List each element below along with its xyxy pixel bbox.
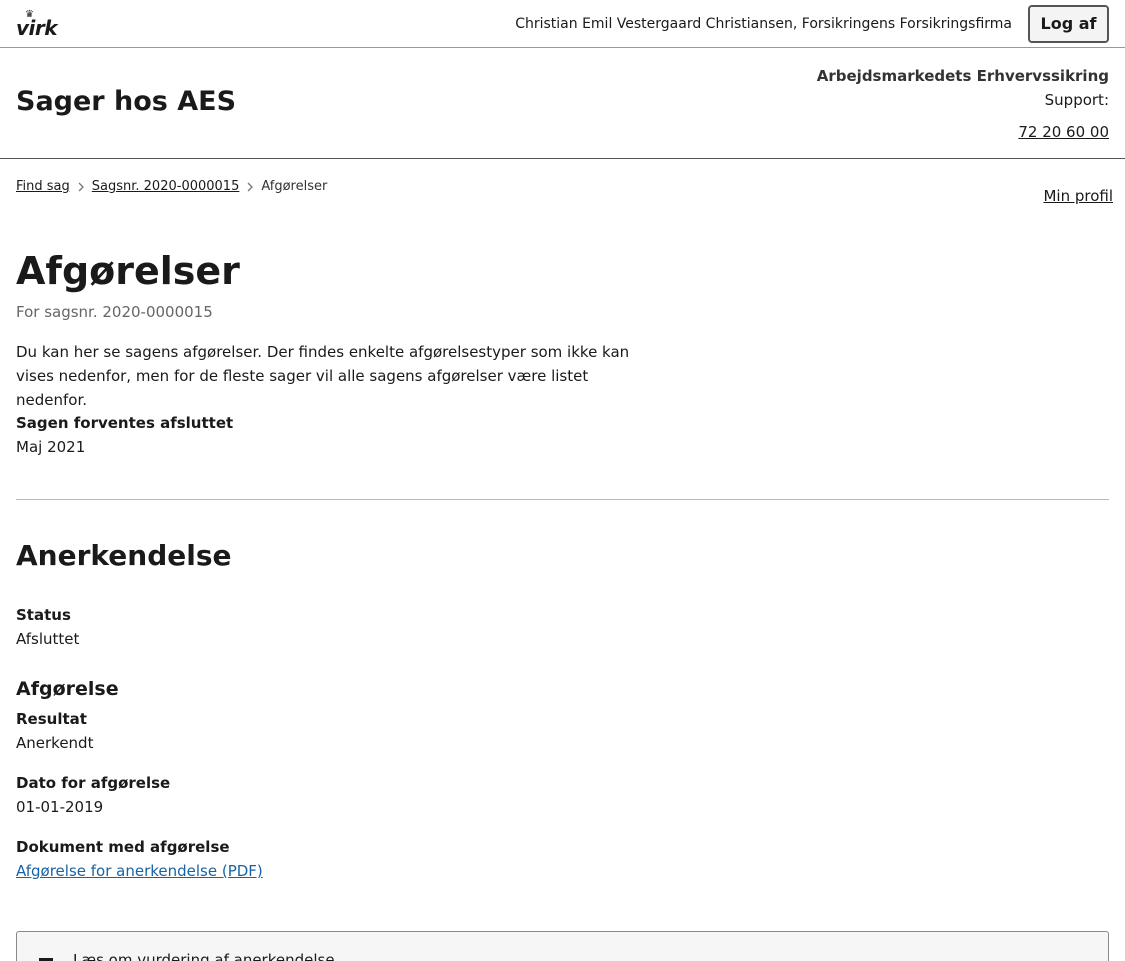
breadcrumb-current: Afgørelser (261, 179, 328, 194)
virk-logo[interactable]: ♛ virk (16, 10, 58, 40)
support-phone-link[interactable]: 72 20 60 00 (1018, 122, 1109, 142)
top-bar: ♛ virk Christian Emil Vestergaard Christ… (0, 0, 1125, 48)
logo-text: virk (16, 16, 58, 40)
expected-completion-label: Sagen forventes afsluttet (16, 414, 234, 432)
breadcrumb-case-number[interactable]: Sagsnr. 2020-0000015 (92, 178, 240, 196)
page-subtitle: For sagsnr. 2020-0000015 (16, 303, 213, 321)
chevron-right-icon (70, 178, 92, 196)
logout-button[interactable]: Log af (1028, 5, 1109, 43)
section-divider (16, 499, 1109, 500)
logged-in-user: Christian Emil Vestergaard Christiansen,… (515, 16, 1012, 32)
breadcrumb-find-sag[interactable]: Find sag (16, 178, 70, 196)
decision-date-value: 01-01-2019 (16, 798, 104, 816)
app-title: Sager hos AES (16, 86, 237, 117)
decision-document-label: Dokument med afgørelse (16, 838, 230, 856)
expected-completion-value: Maj 2021 (16, 438, 86, 456)
decision-heading: Afgørelse (16, 678, 119, 700)
result-value: Anerkendt (16, 734, 94, 752)
status-value: Afsluttet (16, 630, 80, 648)
status-label: Status (16, 606, 71, 624)
support-label: Support: (1044, 91, 1109, 109)
result-label: Resultat (16, 710, 87, 728)
organization-name: Arbejdsmarkedets Erhvervssikring (816, 67, 1109, 85)
my-profile-link[interactable]: Min profil (1043, 186, 1113, 206)
breadcrumb: Find sag Sagsnr. 2020-0000015 Afgørelser (16, 178, 327, 196)
intro-text: Du kan her se sagens afgørelser. Der fin… (16, 343, 630, 409)
page-title: Afgørelser (16, 249, 240, 293)
decision-document-link[interactable]: Afgørelse for anerkendelse (PDF) (16, 861, 263, 881)
assessment-accordion[interactable]: Læs om vurdering af anerkendelse (16, 931, 1109, 961)
decision-date-label: Dato for afgørelse (16, 774, 171, 792)
accordion-label: Læs om vurdering af anerkendelse (73, 951, 335, 961)
app-header: Sager hos AES Arbejdsmarkedets Erhvervss… (0, 48, 1125, 159)
section-title-anerkendelse: Anerkendelse (16, 539, 232, 572)
chevron-right-icon (239, 178, 261, 196)
